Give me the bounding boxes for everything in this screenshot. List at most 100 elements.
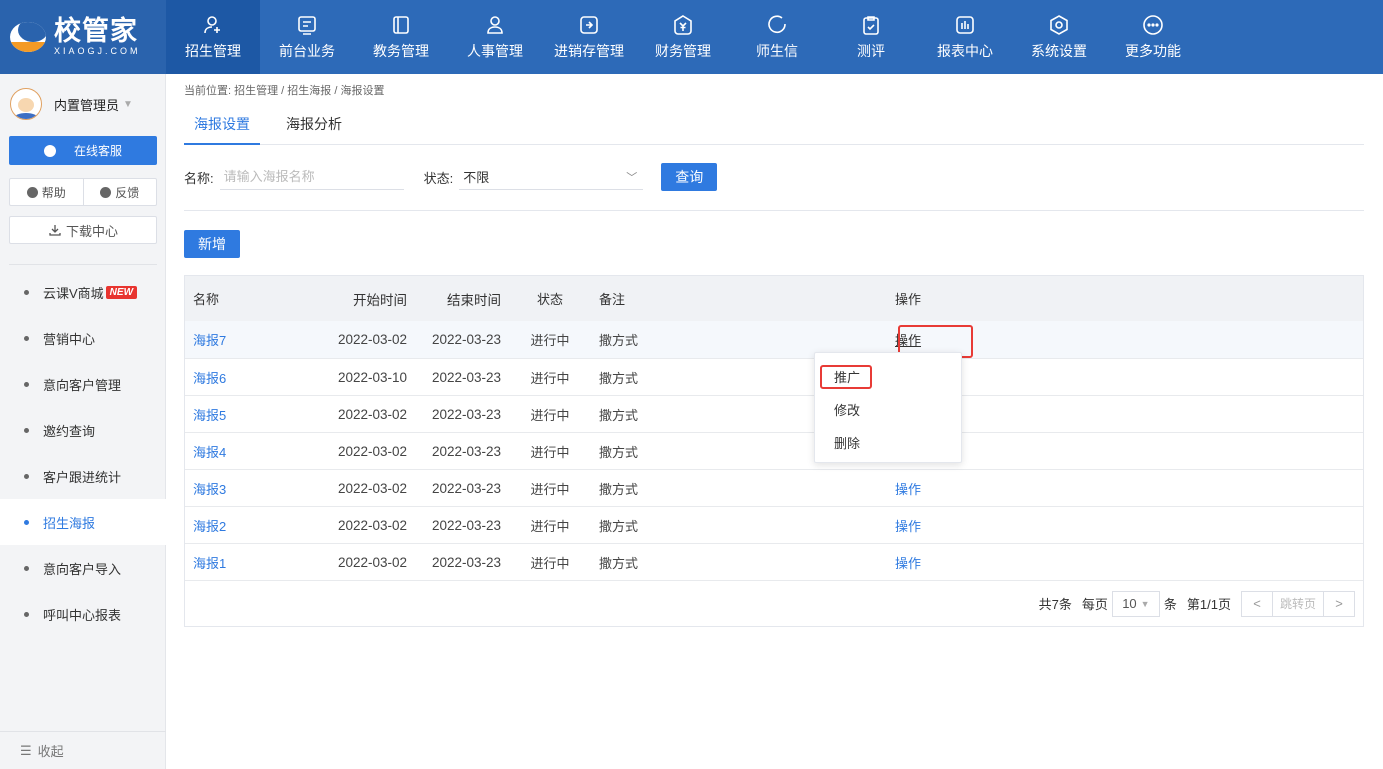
total-count: 共7条 (1038, 597, 1072, 612)
poster-name-link[interactable]: 海报2 (185, 516, 311, 535)
top-navbar: 校管家 XIAOGJ.COM 招生管理 前台业务 教务管理 人事管理 进销存管理… (0, 0, 1383, 74)
next-page-button[interactable]: > (1323, 590, 1355, 617)
report-icon (956, 15, 974, 34)
nav-reports[interactable]: 报表中心 (918, 0, 1012, 74)
header-name: 名称 (193, 292, 220, 307)
online-service-button[interactable]: 在线客服 (9, 136, 157, 165)
nav-label: 教务管理 (373, 42, 429, 59)
start-date: 2022-03-10 (337, 369, 407, 385)
jump-page-input[interactable]: 跳转页 (1273, 590, 1323, 617)
action-link[interactable]: 操作 (893, 479, 1013, 498)
clipboard-check-icon (863, 15, 879, 35)
status-label: 状态: (423, 170, 454, 186)
nav-academic[interactable]: 教务管理 (354, 0, 448, 74)
new-badge: NEW (105, 285, 138, 299)
divider (9, 264, 157, 265)
sidebar-item-label: 邀约查询 (43, 423, 96, 439)
chevron-down-icon: ﹀ (626, 171, 638, 184)
nav-assessment[interactable]: 测评 (824, 0, 918, 74)
poster-name-link[interactable]: 海报4 (185, 442, 311, 461)
prev-page-button[interactable]: < (1241, 590, 1273, 617)
sidebar-item-marketing[interactable]: 营销中心 (0, 315, 166, 361)
note-text: 撒方式 (599, 481, 639, 497)
help-feedback-row: 帮助 反馈 (9, 178, 157, 206)
bullet-icon (24, 473, 29, 479)
logo-subtext: XIAOGJ.COM (54, 46, 141, 56)
poster-name-link[interactable]: 海报3 (185, 479, 311, 498)
poster-name-link[interactable]: 海报5 (185, 405, 311, 424)
logo[interactable]: 校管家 XIAOGJ.COM (0, 0, 166, 74)
nav-label: 师生信 (756, 42, 798, 59)
breadcrumb: 当前位置: 招生管理 / 招生海报 / 海报设置 (184, 85, 385, 97)
sidebar-item-posters[interactable]: 招生海报 (0, 499, 166, 545)
status-select[interactable]: 不限 ﹀ (459, 164, 644, 190)
nav-messages[interactable]: 师生信 (730, 0, 824, 74)
nav-hr[interactable]: 人事管理 (448, 0, 542, 74)
action-link[interactable]: 操作 (893, 516, 1013, 535)
chevron-left-icon: < (1253, 596, 1261, 611)
nav-settings[interactable]: 系统设置 (1012, 0, 1106, 74)
table-row: 海报3 2022-03-02 2022-03-23 进行中 撒方式 操作 (185, 469, 1363, 506)
caret-down-icon: ▼ (1140, 598, 1150, 609)
sidebar-item-label: 呼叫中心报表 (43, 607, 122, 623)
table-row: 海报6 2022-03-10 2022-03-23 进行中 撒方式 (185, 358, 1363, 395)
tab-poster-analysis[interactable]: 海报分析 (276, 104, 352, 145)
feedback-icon (100, 186, 112, 198)
collapse-button[interactable]: ☰ 收起 (0, 731, 166, 769)
poster-name-input[interactable] (219, 164, 404, 190)
feedback-button[interactable]: 反馈 (82, 179, 157, 205)
main-content: 当前位置: 招生管理 / 招生海报 / 海报设置 海报设置 海报分析 名称: 状… (166, 74, 1383, 769)
header-start: 开始时间 (353, 292, 407, 308)
menu-item-edit[interactable]: 修改 (815, 394, 961, 427)
download-center-button[interactable]: 下载中心 (9, 216, 157, 244)
nav-label: 报表中心 (937, 42, 993, 59)
tab-bar: 海报设置 海报分析 (184, 104, 1364, 145)
name-label: 名称: (184, 170, 214, 186)
nav-finance[interactable]: 财务管理 (636, 0, 730, 74)
user-menu[interactable]: 内置管理员 ▼ (10, 88, 133, 120)
nav-inventory[interactable]: 进销存管理 (542, 0, 636, 74)
sidebar-item-call-center[interactable]: 呼叫中心报表 (0, 591, 166, 637)
action-link[interactable]: 操作 (893, 553, 1013, 572)
sidebar: 内置管理员 ▼ 在线客服 帮助 反馈 下载中心 云课V商城 NEW 营销中心 意向… (0, 74, 166, 769)
status-text: 进行中 (530, 518, 570, 534)
tab-poster-settings[interactable]: 海报设置 (184, 104, 260, 145)
table-row: 海报5 2022-03-02 2022-03-23 进行中 撒方式 (185, 395, 1363, 432)
sidebar-item-lead-import[interactable]: 意向客户导入 (0, 545, 166, 591)
nav-more[interactable]: 更多功能 (1106, 0, 1200, 74)
book-icon (393, 15, 409, 34)
poster-name-link[interactable]: 海报7 (185, 330, 311, 349)
start-date: 2022-03-02 (337, 480, 407, 496)
sidebar-item-label: 云课V商城 (43, 285, 104, 301)
collapse-label: 收起 (37, 744, 64, 759)
page-indicator: 第1/1页 (1187, 594, 1231, 613)
header-note: 备注 (599, 292, 626, 307)
sidebar-item-mall[interactable]: 云课V商城 NEW (0, 269, 166, 315)
sidebar-item-followup-stats[interactable]: 客户跟进统计 (0, 453, 166, 499)
nav-label: 进销存管理 (554, 42, 624, 59)
nav-enrollment[interactable]: 招生管理 (166, 0, 260, 74)
table-header: 名称 开始时间 结束时间 状态 备注 操作 (185, 276, 1363, 321)
table-row: 海报4 2022-03-02 2022-03-23 进行中 撒方式 (185, 432, 1363, 469)
sidebar-item-leads[interactable]: 意向客户管理 (0, 361, 166, 407)
status-text: 进行中 (530, 407, 570, 423)
nav-label: 财务管理 (655, 42, 711, 59)
menu-item-delete[interactable]: 删除 (815, 427, 961, 460)
nav-front-desk[interactable]: 前台业务 (260, 0, 354, 74)
page-size-select[interactable]: 10 ▼ (1111, 590, 1160, 617)
feedback-label: 反馈 (115, 185, 140, 200)
divider (184, 210, 1364, 211)
sidebar-item-invitations[interactable]: 邀约查询 (0, 407, 166, 453)
start-date: 2022-03-02 (337, 406, 407, 422)
status-text: 进行中 (530, 444, 570, 460)
query-button[interactable]: 查询 (661, 163, 718, 191)
table-row: 海报1 2022-03-02 2022-03-23 进行中 撒方式 操作 (185, 543, 1363, 580)
poster-name-link[interactable]: 海报1 (185, 553, 311, 572)
end-date: 2022-03-23 (431, 554, 501, 570)
main-nav: 招生管理 前台业务 教务管理 人事管理 进销存管理 财务管理 师生信 测评 报表… (166, 0, 1200, 74)
start-date: 2022-03-02 (337, 332, 407, 347)
poster-name-link[interactable]: 海报6 (185, 368, 311, 387)
add-button[interactable]: 新增 (184, 230, 240, 258)
help-button[interactable]: 帮助 (10, 179, 83, 205)
poster-table: 名称 开始时间 结束时间 状态 备注 操作 海报7 2022-03-02 2022-… (184, 275, 1364, 627)
